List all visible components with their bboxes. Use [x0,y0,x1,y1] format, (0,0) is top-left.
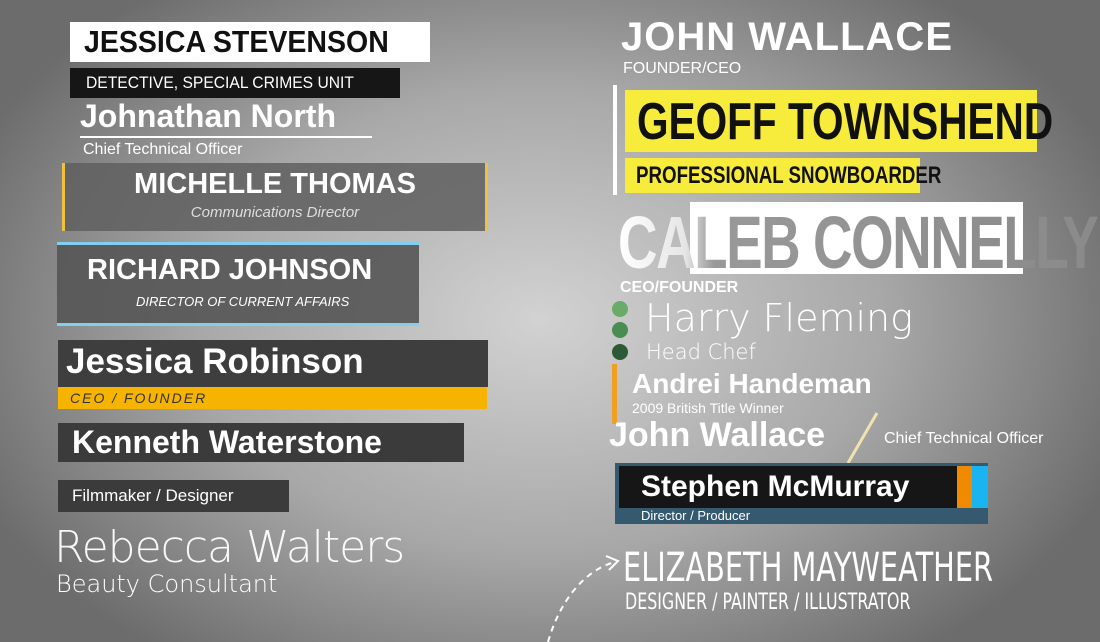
green-dot-icon [612,344,628,360]
elizabeth-mayweather-title: DESIGNER / PAINTER / ILLUSTRATOR [625,590,911,615]
richard-johnson-title: DIRECTOR OF CURRENT AFFAIRS [136,294,350,309]
john-wallace-2-title: Chief Technical Officer [884,430,1044,447]
dashed-arrow-icon [547,555,620,642]
johnathan-north-underline [80,136,372,138]
elizabeth-mayweather-name: ELIZABETH MAYWEATHER [623,545,994,591]
geoff-townshend-line [613,85,617,195]
andrei-handeman-name: Andrei Handeman [632,368,872,399]
slash-divider [846,412,879,464]
jessica-stevenson-title: DETECTIVE, SPECIAL CRIMES UNIT [86,73,354,92]
geoff-townshend-title: PROFESSIONAL SNOWBOARDER [636,162,942,189]
caleb-connelly-title: CEO/FOUNDER [620,279,739,296]
harry-fleming-title: Head Chef [646,340,756,364]
stephen-mcmurray-title: Director / Producer [641,508,751,523]
johnathan-north-name: Johnathan North [80,98,336,134]
andrei-handeman-bar [612,364,617,424]
jessica-robinson-name: Jessica Robinson [66,342,364,381]
john-wallace-2-name: John Wallace [609,416,826,454]
stephen-mcmurray-name: Stephen McMurray [641,470,910,503]
michelle-thomas-name: MICHELLE THOMAS [134,168,416,200]
caleb-connelly-name: CALEB CONNELLY [618,201,1099,284]
filmmaker-title: Filmmaker / Designer [72,486,234,505]
andrei-handeman-title: 2009 British Title Winner [632,400,784,416]
rebecca-walters-title: Beauty Consultant [56,570,278,598]
green-dot-icon [612,322,628,338]
jessica-robinson-title: CEO / FOUNDER [70,390,208,406]
rebecca-walters-name: Rebecca Walters [54,522,405,573]
harry-fleming-name: Harry Fleming [645,296,913,340]
kenneth-waterstone-name: Kenneth Waterstone [72,424,382,460]
orange-accent [957,466,972,508]
john-wallace-name: JOHN WALLACE [621,15,953,59]
jessica-stevenson-name: JESSICA STEVENSON [84,24,389,59]
richard-johnson-name: RICHARD JOHNSON [87,254,373,286]
john-wallace-title: FOUNDER/CEO [623,60,742,77]
geoff-townshend-name: GEOFF TOWNSHEND [637,93,1054,151]
michelle-thomas-title: Communications Director [190,204,360,221]
green-dot-icon [612,301,628,317]
johnathan-north-title: Chief Technical Officer [83,141,243,158]
cyan-accent [972,466,988,508]
